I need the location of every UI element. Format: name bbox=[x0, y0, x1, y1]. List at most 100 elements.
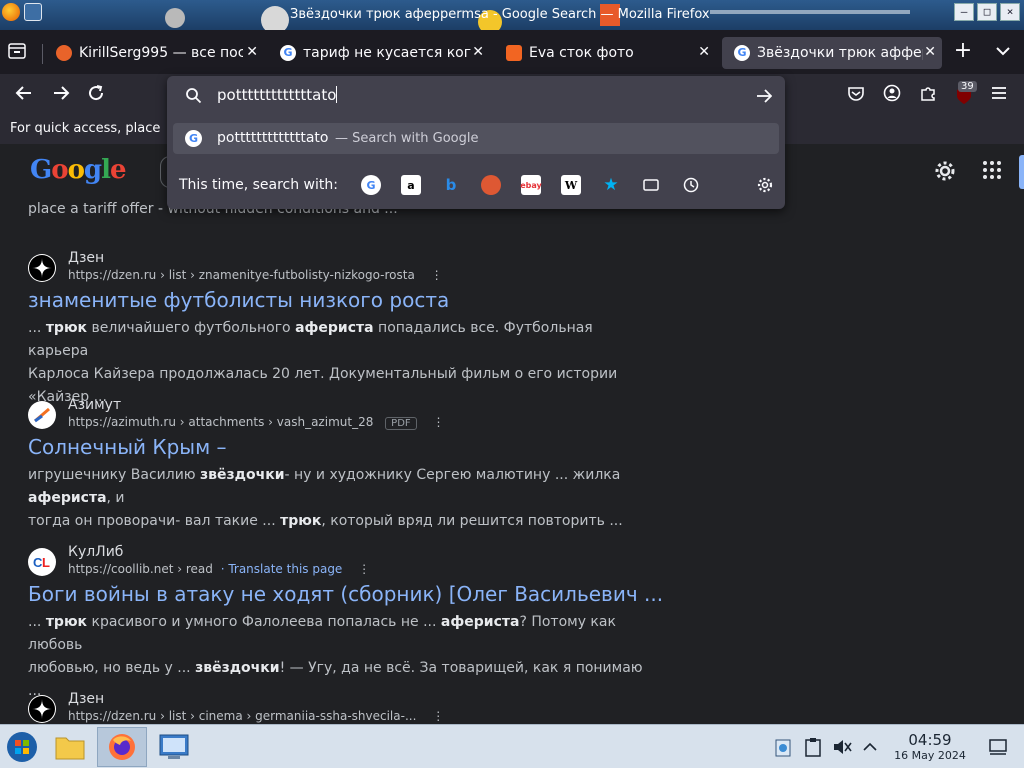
google-icon: G bbox=[185, 130, 202, 147]
tab-label: Звёздочки трюк аффер bbox=[757, 45, 923, 61]
result-site-name: Дзен bbox=[68, 250, 105, 266]
window-titlebar: Звёздочки трюк аферpermsa - Google Searc… bbox=[0, 0, 1024, 30]
more-options-icon[interactable]: ⋮ bbox=[432, 415, 444, 429]
pocket-icon[interactable] bbox=[845, 84, 867, 106]
google-icon[interactable]: G bbox=[361, 175, 381, 195]
taskbar-clock[interactable]: 04:59 16 May 2024 bbox=[882, 731, 978, 762]
maximize-button[interactable]: □ bbox=[977, 3, 997, 21]
volume-muted-icon[interactable] bbox=[831, 727, 853, 767]
google-icon: G bbox=[734, 45, 750, 61]
snippet-bold: афериста bbox=[440, 614, 520, 630]
app-menu-icon[interactable] bbox=[988, 84, 1010, 106]
tab-list-chevron-icon[interactable] bbox=[992, 40, 1014, 62]
reload-button[interactable] bbox=[85, 84, 107, 106]
more-options-icon[interactable]: ⋮ bbox=[432, 709, 444, 723]
result-site-name: КулЛиб bbox=[68, 544, 124, 560]
taskbar: 04:59 16 May 2024 bbox=[0, 724, 1024, 768]
more-options-icon[interactable]: ⋮ bbox=[358, 562, 370, 576]
amazon-icon[interactable]: a bbox=[401, 175, 421, 195]
result-snippet-line: ... трюк величайшего футбольного аферист… bbox=[28, 320, 593, 359]
blogger-icon bbox=[506, 45, 522, 61]
clipboard-tray-icon[interactable] bbox=[772, 727, 794, 767]
sign-in-button-edge[interactable] bbox=[1019, 155, 1024, 189]
result-url: https://azimuth.ru › attachments › vash_… bbox=[68, 415, 444, 430]
google-logo[interactable]: Google bbox=[30, 155, 127, 185]
tray-expand-chevron-icon[interactable] bbox=[860, 727, 880, 767]
tab-current[interactable]: G Звёздочки трюк аффер ✕ bbox=[722, 37, 942, 69]
settings-gear-icon[interactable] bbox=[934, 160, 956, 182]
tab-label: KirillSerg995 — все пост bbox=[79, 45, 243, 61]
duckduckgo-icon[interactable] bbox=[481, 175, 501, 195]
clock-date: 16 May 2024 bbox=[894, 749, 966, 762]
result-url-text: https://coollib.net › read bbox=[68, 562, 213, 576]
window-controls: – □ × bbox=[954, 3, 1020, 21]
google-icon: G bbox=[280, 45, 296, 61]
tabs-icon[interactable] bbox=[641, 175, 661, 195]
bookmarks-star-icon[interactable]: ★ bbox=[601, 175, 621, 195]
search-with-label: This time, search with: bbox=[179, 177, 338, 193]
urlbar-value: potttttttttttttato bbox=[217, 86, 338, 104]
tab-overview-icon[interactable] bbox=[8, 43, 30, 61]
translate-link[interactable]: · Translate this page bbox=[221, 562, 343, 576]
close-window-button[interactable]: × bbox=[1000, 3, 1020, 21]
urlbar-typed-text: potttttttttttttato bbox=[217, 86, 337, 104]
forward-button[interactable] bbox=[50, 84, 72, 106]
urlbar-input[interactable]: potttttttttttttato bbox=[167, 76, 785, 116]
result-title-link[interactable]: Боги войны в атаку не ходят (сборник) [О… bbox=[28, 582, 663, 606]
start-menu-button[interactable] bbox=[4, 727, 40, 767]
new-tab-button[interactable]: + bbox=[952, 40, 974, 62]
result-snippet: ... трюк величайшего футбольного аферист… bbox=[28, 317, 648, 409]
history-icon[interactable] bbox=[681, 175, 701, 195]
result-title-link[interactable]: Солнечный Крым – bbox=[28, 435, 227, 459]
bookmarks-empty-hint: For quick access, place bbox=[10, 121, 161, 136]
result-url-text: https://dzen.ru › list › cinema › german… bbox=[68, 709, 417, 723]
bing-icon[interactable]: b bbox=[441, 175, 461, 195]
result-snippet-line: тогда он проворачи- вал такие ... трюк, … bbox=[28, 513, 623, 529]
file-manager-icon[interactable] bbox=[52, 727, 88, 767]
extension-badge: 39 bbox=[958, 81, 977, 92]
google-apps-icon[interactable] bbox=[981, 160, 1003, 182]
search-suggestion-row[interactable]: G potttttttttttttato — Search with Googl… bbox=[173, 123, 779, 154]
search-icon bbox=[186, 88, 202, 104]
search-settings-gear-icon[interactable] bbox=[755, 175, 775, 195]
clipboard-manager-icon[interactable] bbox=[802, 727, 824, 767]
snippet-bold: трюк bbox=[280, 513, 322, 529]
result-snippet: ... трюк красивого и умного Фалолеева по… bbox=[28, 611, 648, 703]
firefox-taskbar-button[interactable] bbox=[97, 727, 147, 767]
urlbar-dropdown: potttttttttttttato G potttttttttttttato … bbox=[167, 76, 785, 209]
tab-kirillserg[interactable]: KirillSerg995 — все пост ✕ bbox=[44, 37, 264, 69]
tab-close-icon[interactable]: ✕ bbox=[924, 44, 936, 60]
pdf-badge: PDF bbox=[385, 417, 417, 430]
result-title-link[interactable]: знаменитые футболисты низкого роста bbox=[28, 288, 449, 312]
result-url-text: https://dzen.ru › list › znamenitye-futb… bbox=[68, 268, 415, 282]
wikipedia-icon[interactable]: W bbox=[561, 175, 581, 195]
tab-favicon-icon bbox=[56, 45, 72, 61]
tab-close-icon[interactable]: ✕ bbox=[698, 44, 710, 60]
tab-label: тариф не кусается когд bbox=[303, 45, 471, 61]
terminal-icon[interactable] bbox=[156, 727, 192, 767]
account-icon[interactable] bbox=[881, 84, 903, 106]
suggestion-query: potttttttttttttato bbox=[217, 130, 329, 146]
window-title: Звёздочки трюк аферpermsa - Google Searc… bbox=[290, 7, 710, 22]
tab-tariff[interactable]: G тариф не кусается когд ✕ bbox=[268, 37, 490, 69]
tab-eva-stock[interactable]: Eva сток фото ✕ bbox=[494, 37, 716, 69]
result-snippet-line: игрушечнику Василию звёздочки- ну и худо… bbox=[28, 467, 621, 506]
result-site-name: Азимут bbox=[68, 397, 122, 413]
tab-close-icon[interactable]: ✕ bbox=[246, 44, 258, 60]
tab-strip: KirillSerg995 — все пост ✕ G тариф не ку… bbox=[0, 30, 1024, 74]
back-button[interactable] bbox=[13, 84, 35, 106]
tab-label: Eva сток фото bbox=[529, 45, 634, 61]
extensions-icon[interactable] bbox=[917, 84, 939, 106]
ebay-icon[interactable]: ebay bbox=[520, 175, 542, 195]
result-url: https://dzen.ru › list › cinema › german… bbox=[68, 709, 444, 723]
azimut-favicon-icon bbox=[28, 401, 56, 429]
show-desktop-icon[interactable] bbox=[986, 727, 1010, 767]
result-site-name: Дзен bbox=[68, 691, 105, 707]
more-options-icon[interactable]: ⋮ bbox=[431, 268, 443, 282]
minimize-button[interactable]: – bbox=[954, 3, 974, 21]
tab-close-icon[interactable]: ✕ bbox=[472, 44, 484, 60]
snippet-bold: трюк bbox=[45, 320, 88, 336]
snippet-bold: афериста bbox=[295, 320, 374, 336]
svg-text:L: L bbox=[42, 555, 50, 570]
go-arrow-icon[interactable] bbox=[756, 88, 772, 104]
